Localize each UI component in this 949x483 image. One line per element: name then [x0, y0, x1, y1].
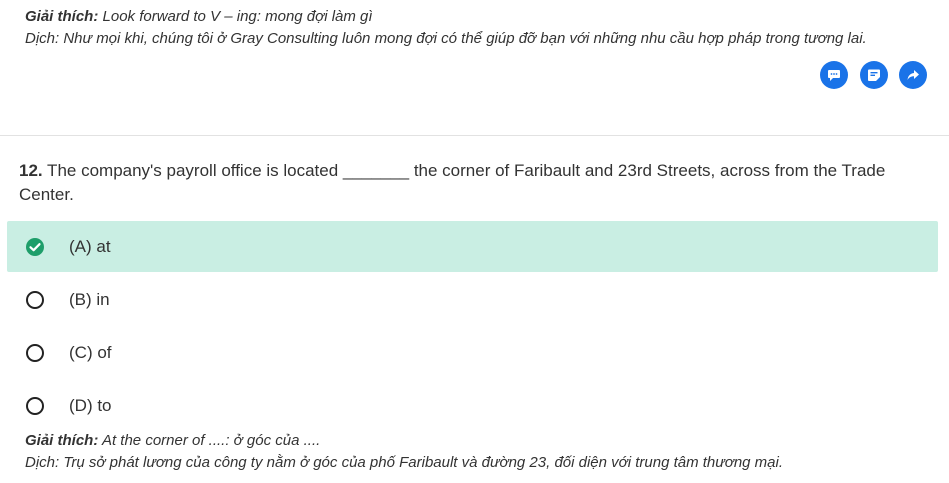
option-d[interactable]: (D) to	[7, 380, 938, 431]
question-number: 12.	[19, 161, 43, 180]
answer-translation: Dịch: Trụ sở phát lương của công ty nằm …	[25, 454, 784, 471]
explanation-text: At the corner of ....: ở góc của ....	[98, 432, 321, 449]
note-icon	[868, 69, 880, 81]
previous-translation: Dịch: Như mọi khi, chúng tôi ở Gray Cons…	[25, 30, 867, 47]
quiz-page: Giải thích: Look forward to V – ing: mon…	[0, 0, 949, 483]
previous-explanation-line1: Giải thích: Look forward to V – ing: mon…	[25, 6, 867, 28]
note-button[interactable]	[860, 61, 888, 89]
comment-icon	[828, 70, 840, 81]
question-text: 12. The company's payroll office is loca…	[19, 159, 919, 207]
action-bar	[0, 61, 949, 91]
explanation-label: Giải thích:	[25, 432, 99, 449]
radio-icon[interactable]	[25, 290, 45, 310]
explanation-text: Look forward to V – ing: mong đợi làm gì	[98, 8, 373, 25]
option-label: (B) in	[69, 289, 110, 309]
option-label: (C) of	[69, 342, 112, 362]
option-a[interactable]: (A) at	[7, 221, 938, 272]
share-icon	[907, 70, 919, 80]
answer-explanation: Giải thích: At the corner of ....: ở góc…	[25, 430, 783, 474]
answer-explanation-line1: Giải thích: At the corner of ....: ở góc…	[25, 430, 783, 452]
radio-icon[interactable]	[25, 343, 45, 363]
check-circle-icon	[25, 237, 45, 257]
option-b[interactable]: (B) in	[7, 274, 938, 325]
option-label: (A) at	[69, 236, 111, 256]
radio-icon[interactable]	[25, 396, 45, 416]
explanation-label: Giải thích:	[25, 8, 99, 25]
share-button[interactable]	[899, 61, 927, 89]
previous-explanation: Giải thích: Look forward to V – ing: mon…	[25, 6, 867, 50]
option-label: (D) to	[69, 395, 112, 415]
comment-button[interactable]	[820, 61, 848, 89]
option-c[interactable]: (C) of	[7, 327, 938, 378]
question-body: The company's payroll office is located …	[19, 161, 886, 204]
section-divider	[0, 135, 949, 136]
